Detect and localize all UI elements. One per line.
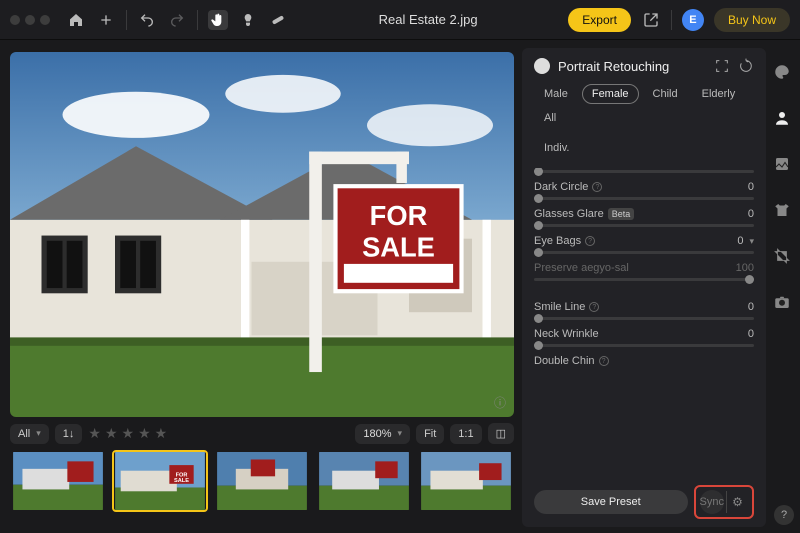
rating-stars[interactable]: ★★★★★ [88,425,167,442]
thumbnail[interactable] [214,450,310,512]
reset-icon[interactable] [738,58,754,74]
undo-icon[interactable] [137,10,157,30]
sync-highlight: Sync ⚙ [694,485,754,519]
thumbnail[interactable] [316,450,412,512]
slider-glasses-glare[interactable]: Glasses GlareBeta0 [534,208,754,227]
traffic-close[interactable] [10,15,20,25]
image-info-icon[interactable]: ⓘ [494,394,506,411]
panel-title: Portrait Retouching [558,59,706,74]
topbar: Real Estate 2.jpg Export E Buy Now [0,0,800,40]
hand-tool-icon[interactable] [208,10,228,30]
portrait-icon[interactable] [772,108,792,128]
user-avatar[interactable]: E [682,9,704,31]
filter-dropdown[interactable]: All▾ [10,424,49,444]
help-button[interactable]: ? [774,505,794,525]
tab-indiv[interactable]: Indiv. [534,138,579,158]
traffic-max[interactable] [40,15,50,25]
gender-tabs: Male Female Child Elderly All [534,84,754,128]
right-tool-rail [768,52,796,312]
tab-elderly[interactable]: Elderly [692,84,746,104]
brush-icon[interactable] [238,10,258,30]
palette-icon[interactable] [772,62,792,82]
sync-button[interactable]: Sync [700,490,724,514]
thumbnail[interactable] [10,450,106,512]
svg-text:SALE: SALE [174,478,189,484]
thumbnail[interactable]: FORSALE [112,450,208,512]
export-button[interactable]: Export [568,8,631,32]
buy-now-button[interactable]: Buy Now [714,8,790,32]
tab-female[interactable]: Female [582,84,639,104]
background-icon[interactable] [772,154,792,174]
main-image[interactable]: FOR SALE ⓘ [10,52,514,417]
fit-button[interactable]: Fit [416,424,444,444]
face-icon [534,58,550,74]
slider-neck-wrinkle[interactable]: Neck Wrinkle0 [534,328,754,347]
tab-male[interactable]: Male [534,84,578,104]
clothing-icon[interactable] [772,200,792,220]
slider-smile-line[interactable]: Smile Line?0 [534,301,754,320]
slider-dark-circle[interactable]: Dark Circle?0 [534,181,754,200]
viewer-area: FOR SALE ⓘ All▾ 1↓ ★★★★★ 180%▾ Fit [10,48,514,527]
file-title: Real Estate 2.jpg [298,12,558,27]
add-icon[interactable] [96,10,116,30]
redo-icon[interactable] [167,10,187,30]
tab-child[interactable]: Child [643,84,688,104]
slider-double-chin[interactable]: Double Chin? [534,355,754,367]
one-to-one-button[interactable]: 1:1 [450,424,481,444]
thumbnail[interactable] [418,450,514,512]
zoom-dropdown[interactable]: 180%▾ [355,424,410,444]
slider-top[interactable] [534,168,754,173]
thumbnail-strip: FORSALE [10,450,514,512]
slider-eye-bags[interactable]: Eye Bags?0▾ [534,235,754,254]
crop-icon[interactable] [772,246,792,266]
filmstrip: All▾ 1↓ ★★★★★ 180%▾ Fit 1:1 ◫ FORSALE [10,423,514,527]
traffic-min[interactable] [25,15,35,25]
patch-icon[interactable] [268,10,288,30]
compare-icon[interactable]: ◫ [488,423,514,444]
svg-text:SALE: SALE [362,232,435,263]
face-detect-icon[interactable] [714,58,730,74]
sort-dropdown[interactable]: 1↓ [55,424,83,444]
camera-icon[interactable] [772,292,792,312]
tab-all[interactable]: All [534,108,566,128]
window-controls [10,15,50,25]
slider-list: Dark Circle?0 Glasses GlareBeta0 Eye Bag… [534,168,754,477]
adjustment-panel: Portrait Retouching Male Female Child El… [522,48,766,527]
save-preset-button[interactable]: Save Preset [534,490,688,514]
share-icon[interactable] [641,10,661,30]
home-icon[interactable] [66,10,86,30]
sync-settings-icon[interactable]: ⚙ [726,491,748,513]
svg-text:FOR: FOR [370,200,428,231]
slider-preserve-aegyo[interactable]: Preserve aegyo-sal100 [534,262,754,281]
